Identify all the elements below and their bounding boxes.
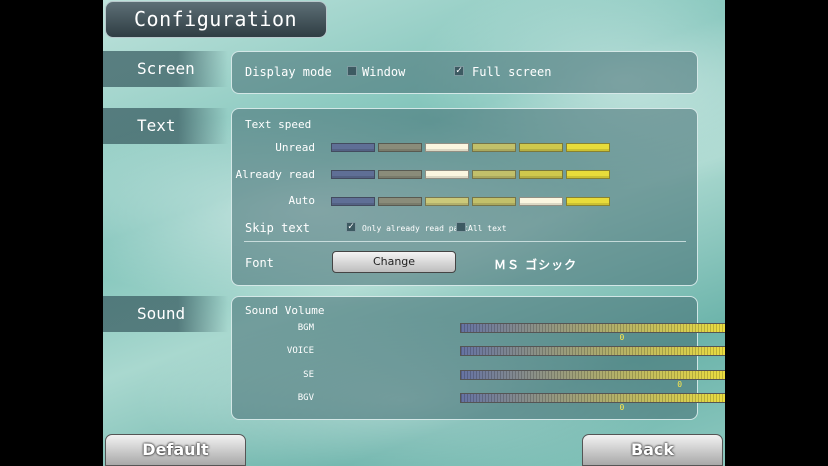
speed-segment[interactable] (378, 170, 422, 179)
skip-all-label[interactable]: All text (468, 224, 507, 233)
window-checkbox[interactable] (347, 66, 357, 76)
skip-all-checkbox[interactable] (456, 222, 466, 232)
display-mode-label: Display mode (245, 65, 332, 79)
volume-knob[interactable]: 0 (620, 404, 625, 412)
section-tab-sound: Sound (103, 296, 228, 332)
sound-panel: Sound Volume BGM VOICE SE BGV 0000 (231, 296, 725, 420)
skip-read-only-checkbox[interactable]: ✓ (346, 222, 356, 232)
speed-segment[interactable] (472, 143, 516, 152)
speed-row-label-already-read: Already read (235, 168, 315, 181)
text-speed-label: Text speed (245, 118, 312, 131)
speed-segment[interactable] (519, 143, 563, 152)
window-option-label[interactable]: Window (362, 65, 405, 79)
speed-row-label-unread: Unread (275, 141, 315, 154)
sound-volume-label: Sound Volume (245, 304, 325, 317)
page-title: Configuration (105, 1, 327, 38)
speed-segment[interactable] (378, 143, 422, 152)
default-button[interactable]: Default (105, 434, 246, 466)
speed-segment[interactable] (566, 143, 610, 152)
channel-label-bgm: BGM (297, 323, 314, 333)
channel-label-bgv: BGV (297, 393, 314, 403)
speed-segment[interactable] (331, 143, 375, 152)
speed-segment[interactable] (331, 197, 375, 206)
speed-segment[interactable] (472, 170, 516, 179)
volume-slider-voice[interactable] (460, 346, 725, 356)
speed-segment[interactable] (331, 170, 375, 179)
text-divider (244, 241, 686, 242)
section-tab-screen: Screen (103, 51, 228, 87)
volume-slider-bgm[interactable] (460, 323, 725, 333)
speed-segment[interactable] (378, 197, 422, 206)
channel-label-voice: VOICE (286, 346, 314, 356)
change-font-button[interactable]: Change (332, 251, 456, 273)
speed-segment[interactable] (566, 170, 610, 179)
channel-label-se: SE (303, 370, 314, 380)
screen-panel: Display mode Window ✓ Full screen (231, 51, 698, 94)
back-button[interactable]: Back (582, 434, 723, 466)
speed-segment[interactable] (519, 197, 563, 206)
section-tab-text: Text (103, 108, 228, 144)
volume-knob[interactable]: 0 (620, 334, 625, 342)
fullscreen-option-label[interactable]: Full screen (472, 65, 551, 79)
volume-slider-se[interactable] (460, 370, 725, 380)
volume-knob[interactable]: 0 (677, 381, 682, 389)
fullscreen-checkbox[interactable]: ✓ (454, 66, 464, 76)
speed-segment[interactable] (519, 170, 563, 179)
speed-segment[interactable] (566, 197, 610, 206)
font-label: Font (245, 256, 274, 270)
volume-slider-bgv[interactable] (460, 393, 725, 403)
speed-segment[interactable] (425, 197, 469, 206)
speed-segment[interactable] (425, 170, 469, 179)
font-name-value: ＭＳ ゴシック (494, 258, 578, 272)
speed-segment[interactable] (472, 197, 516, 206)
speed-segment[interactable] (425, 143, 469, 152)
skip-text-label: Skip text (245, 221, 311, 235)
skip-read-only-label[interactable]: Only already read part (362, 224, 468, 233)
text-panel: Text speed Unread Already read Auto Skip… (231, 108, 698, 286)
config-screen: Configuration Screen Display mode Window… (103, 0, 725, 466)
speed-row-label-auto: Auto (288, 194, 316, 207)
